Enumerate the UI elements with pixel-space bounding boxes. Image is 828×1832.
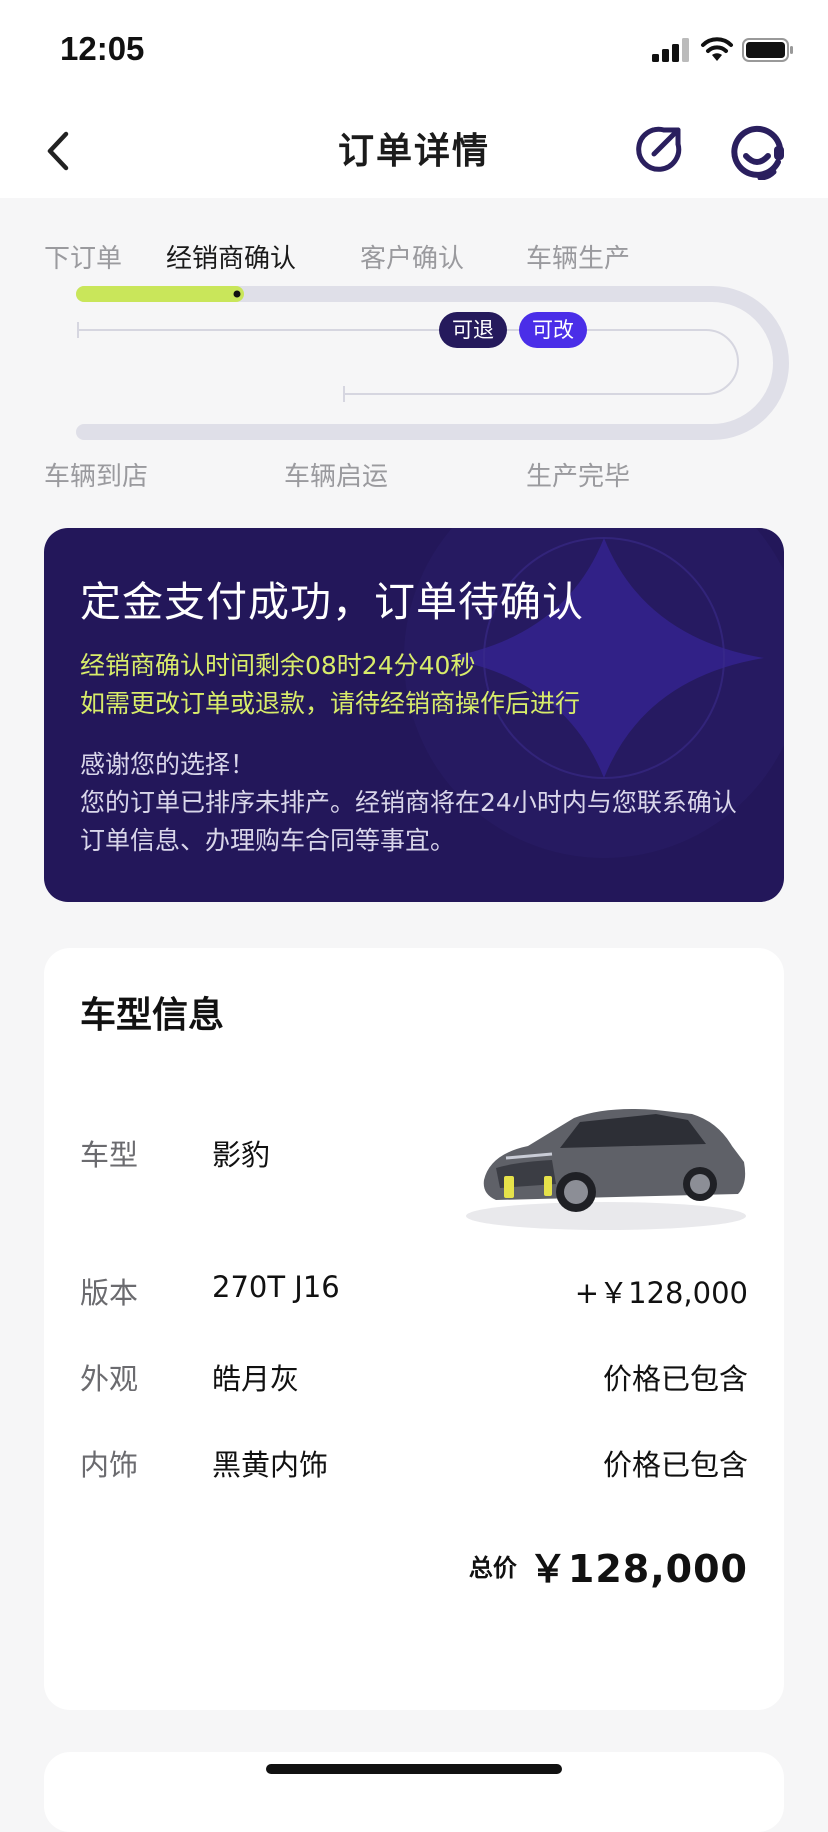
version-label: 版本 [80, 1276, 139, 1310]
model-label: 车型 [80, 1138, 139, 1172]
home-indicator[interactable] [266, 1764, 562, 1774]
card-title: 车型信息 [80, 995, 225, 1036]
page-title: 订单详情 [337, 131, 490, 172]
vehicle-info-card: 车型信息 车型 影豹 版本 270T J16 +￥128,000 外观 皓月灰 … [44, 948, 784, 1710]
nav-header: 订单详情 [0, 100, 828, 198]
interior-row: 内饰 黑黄内饰 价格已包含 [80, 1442, 748, 1492]
share-icon[interactable] [636, 124, 684, 172]
wifi-icon [701, 37, 733, 61]
refundable-badge: 可退 [439, 312, 507, 348]
version-row: 版本 270T J16 +￥128,000 [80, 1270, 748, 1320]
progress-track [76, 286, 789, 440]
car-image [466, 1109, 746, 1230]
order-info-text: 您的订单已排序未排产。经销商将在24小时内与您联系确认订单信息、办理购车合同等事… [80, 788, 737, 855]
progress-dot [233, 290, 241, 298]
modify-refund-hint: 如需更改订单或退款，请待经销商操作后进行 [80, 689, 581, 718]
total-label: 总价 [468, 1554, 517, 1582]
interior-label: 内饰 [80, 1448, 139, 1482]
exterior-price-note: 价格已包含 [602, 1362, 748, 1396]
status-time: 12:05 [60, 30, 145, 67]
step-vehicle-arrival: 车辆到店 [44, 462, 149, 492]
modifiable-badge: 可改 [519, 312, 587, 348]
total-value: ￥128,000 [528, 1547, 748, 1591]
exterior-value: 皓月灰 [212, 1362, 300, 1396]
version-value: 270T J16 [212, 1270, 340, 1304]
battery-icon [742, 38, 793, 62]
version-price: +￥128,000 [574, 1276, 748, 1310]
status-bar: 12:05 [0, 0, 828, 100]
interior-price-note: 价格已包含 [602, 1448, 748, 1482]
interior-value: 黑黄内饰 [212, 1448, 329, 1482]
confirm-countdown-text: 经销商确认时间剩余08时24分40秒 [80, 651, 476, 680]
total-price: 总价 ￥128,000 [469, 1538, 748, 1593]
step-production-complete: 生产完毕 [526, 462, 631, 492]
order-status-banner: 定金支付成功，订单待确认 经销商确认时间剩余08时24分40秒 如需更改订单或退… [44, 528, 784, 902]
step-vehicle-shipping: 车辆启运 [284, 462, 389, 492]
thanks-text: 感谢您的选择！ [80, 750, 256, 779]
model-value: 影豹 [212, 1138, 271, 1172]
customer-service-icon[interactable] [728, 122, 786, 180]
exterior-label: 外观 [80, 1362, 139, 1396]
cellular-signal-icon [652, 38, 689, 62]
exterior-row: 外观 皓月灰 价格已包含 [80, 1356, 748, 1406]
banner-title: 定金支付成功，订单待确认 [80, 578, 584, 626]
